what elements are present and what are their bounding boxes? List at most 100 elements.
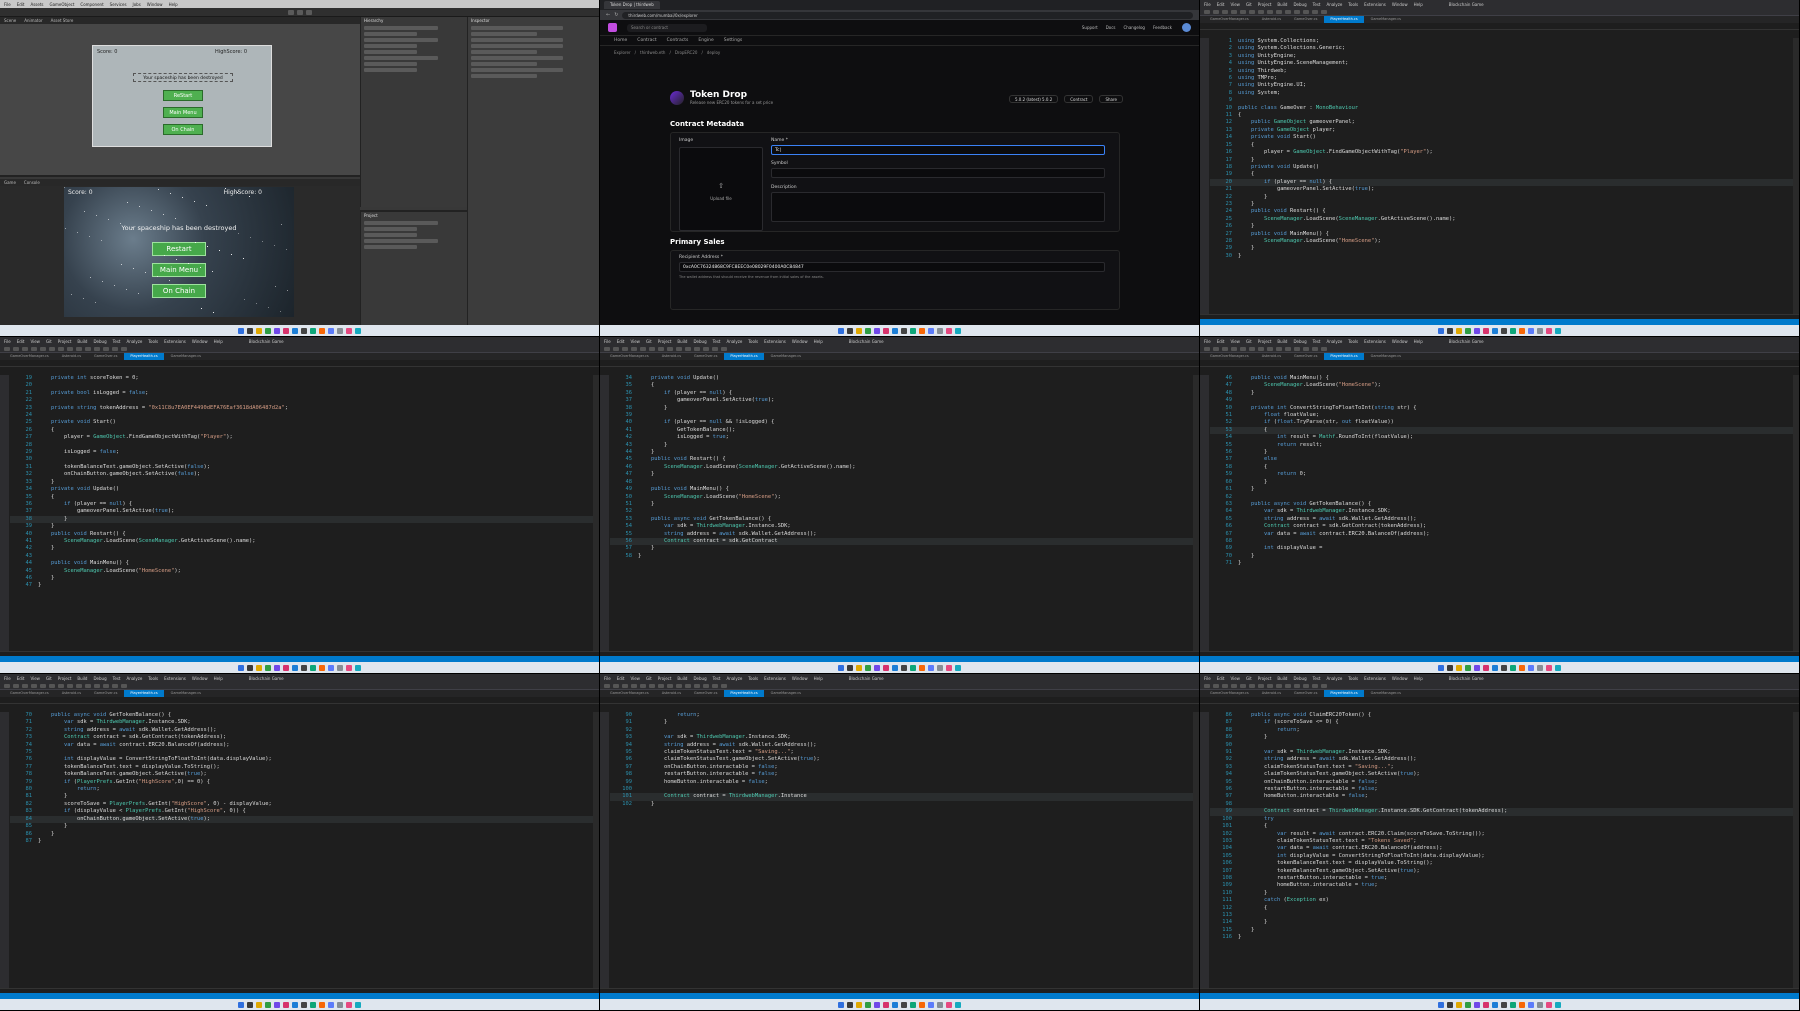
unity-menu-item[interactable]: Assets [30,2,43,7]
breadcrumb-item[interactable]: DropERC20 [675,50,698,55]
document-tab[interactable]: GameOverManager.cs [1204,16,1255,23]
toolbar-icon[interactable] [685,346,691,351]
taskbar-app-icon[interactable] [337,327,343,334]
vs-menu-item[interactable]: Extensions [1364,2,1386,7]
document-tab[interactable]: GameManager.cs [165,690,207,697]
document-tab[interactable]: PlayerHealth.cs [724,690,764,697]
toolbar-icon[interactable] [1213,9,1219,14]
taskbar-app-icon[interactable] [1528,1001,1534,1008]
taskbar-app-icon[interactable] [1492,664,1498,671]
scene-tab[interactable]: Animator [24,17,42,24]
taskbar-app-icon[interactable] [928,327,934,334]
vs-menu-item[interactable]: Extensions [1364,676,1386,681]
toolbar-icon[interactable] [112,346,118,351]
taskbar-app-icon[interactable] [1465,1001,1471,1008]
vs-menu-item[interactable]: View [1230,676,1240,681]
toolbar-icon[interactable] [1249,346,1255,351]
vs-menu-item[interactable]: Window [1392,676,1408,681]
url-bar[interactable]: thirdweb.com/mumbai/0x/explorer [622,11,1193,19]
toolbar-icon[interactable] [1267,683,1273,688]
document-tab[interactable]: GameManager.cs [1365,16,1407,23]
taskbar-app-icon[interactable] [310,327,316,334]
document-tab[interactable]: PlayerHealth.cs [1324,353,1364,360]
vs-menu-item[interactable]: Edit [1217,2,1225,7]
vs-menu-item[interactable]: Project [58,676,72,681]
vs-menu-item[interactable]: Debug [693,339,706,344]
document-tab[interactable]: GameManager.cs [765,690,807,697]
taskbar-app-icon[interactable] [1555,1001,1561,1008]
vs-menu-item[interactable]: Build [1277,339,1287,344]
vs-menu-item[interactable]: Build [677,676,687,681]
vs-menu-item[interactable]: File [1204,676,1211,681]
vs-menu-item[interactable]: Test [113,339,121,344]
browser-tab[interactable]: Token Drop | thirdweb [604,1,660,9]
vs-menu-item[interactable]: View [1230,2,1240,7]
taskbar-app-icon[interactable] [910,664,916,671]
taskbar-app-icon[interactable] [256,1001,262,1008]
top-nav-link[interactable]: Docs [1106,25,1116,30]
toolbar-icon[interactable] [94,346,100,351]
vs-menu-item[interactable]: Build [677,339,687,344]
vs-menu-item[interactable]: View [30,676,40,681]
taskbar-app-icon[interactable] [301,664,307,671]
game-mainmenu-button[interactable]: Main Menu [152,263,206,277]
toolbar-icon[interactable] [67,346,73,351]
toolbar-icon[interactable] [658,683,664,688]
inspector-panel[interactable]: Inspector [467,17,599,326]
vertical-scrollbar[interactable] [1793,375,1799,651]
vs-menu-item[interactable]: Project [658,339,672,344]
document-tab[interactable]: GameOver.cs [688,690,723,697]
taskbar-app-icon[interactable] [919,1001,925,1008]
toolbar-icon[interactable] [1240,9,1246,14]
vs-menu-item[interactable]: Project [658,676,672,681]
vs-menu-item[interactable]: Extensions [764,676,786,681]
taskbar-app-icon[interactable] [1447,664,1453,671]
toolbar-icon[interactable] [1204,683,1210,688]
project-item[interactable] [364,227,417,231]
taskbar-app-icon[interactable] [1528,327,1534,334]
code-editor[interactable]: 46 public void MainMenu() {47 SceneManag… [1210,375,1793,651]
thirdweb-logo-icon[interactable] [608,23,617,32]
toolbar-icon[interactable] [22,346,28,351]
taskbar-app-icon[interactable] [937,664,943,671]
document-tab[interactable]: GameOverManager.cs [604,353,655,360]
inspector-field[interactable] [471,44,564,48]
inspector-field[interactable] [471,32,537,36]
unity-menu-item[interactable]: Edit [17,2,25,7]
toolbar-icon[interactable] [640,683,646,688]
scene-mainmenu-button[interactable]: Main Menu [163,107,203,118]
taskbar-app-icon[interactable] [856,664,862,671]
toolbar-icon[interactable] [604,346,610,351]
vs-menu-item[interactable]: Extensions [164,676,186,681]
toolbar-icon[interactable] [1204,9,1210,14]
taskbar-app-icon[interactable] [1546,664,1552,671]
toolbar-icon[interactable] [604,683,610,688]
taskbar-app-icon[interactable] [1465,327,1471,334]
toolbar-icon[interactable] [1231,683,1237,688]
vertical-scrollbar[interactable] [1193,712,1199,988]
taskbar-app-icon[interactable] [274,1001,280,1008]
taskbar-app-icon[interactable] [937,327,943,334]
avatar[interactable] [1182,23,1191,32]
vs-menu-item[interactable]: Debug [93,339,106,344]
document-tab[interactable]: Asteroid.cs [656,690,687,697]
taskbar-app-icon[interactable] [1438,1001,1444,1008]
vs-menu-item[interactable]: Project [58,339,72,344]
toolbar-icon[interactable] [103,346,109,351]
document-tab[interactable]: GameManager.cs [1365,353,1407,360]
game-restart-button[interactable]: Restart [152,242,206,256]
document-tab[interactable]: Asteroid.cs [1256,16,1287,23]
taskbar-app-icon[interactable] [919,664,925,671]
taskbar-app-icon[interactable] [238,664,244,671]
taskbar-app-icon[interactable] [301,327,307,334]
breadcrumb-item[interactable]: Explorer [614,50,631,55]
taskbar-app-icon[interactable] [283,1001,289,1008]
vs-menu-item[interactable]: Window [1392,2,1408,7]
toolbar-icon[interactable] [676,346,682,351]
step-button[interactable] [305,9,312,15]
toolbar-icon[interactable] [58,346,64,351]
vs-menu-item[interactable]: Project [1258,339,1272,344]
document-tab[interactable]: GameManager.cs [1365,690,1407,697]
vs-menu-item[interactable]: File [604,339,611,344]
vs-menu-item[interactable]: Tools [148,676,158,681]
